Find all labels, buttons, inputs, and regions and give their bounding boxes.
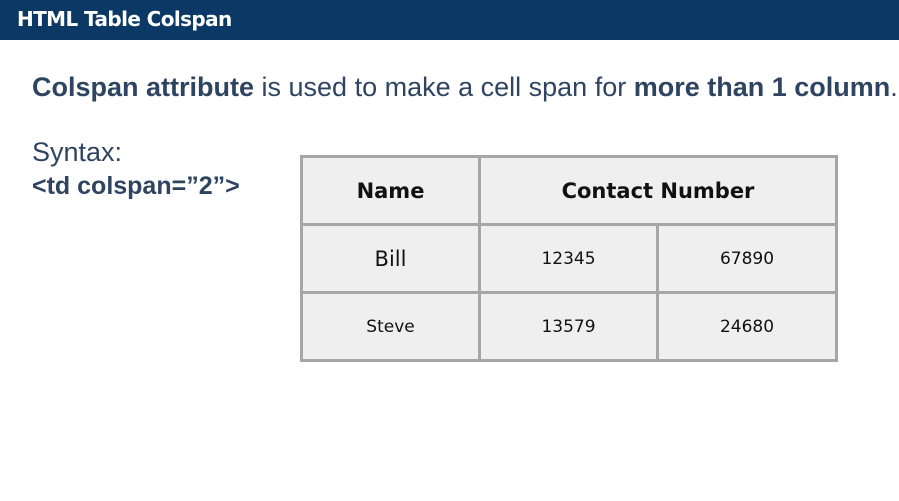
table-cell: Steve	[300, 291, 481, 362]
intro-end: .	[890, 72, 898, 102]
title-bar: HTML Table Colspan	[0, 0, 899, 40]
header-cell-name: Name	[300, 155, 481, 226]
table-cell: 12345	[478, 223, 659, 294]
intro-middle: is used to make a cell span for	[254, 72, 634, 102]
syntax-label: Syntax:	[32, 137, 123, 167]
header-cell-contact: Contact Number	[478, 155, 838, 226]
example-table: Name Contact Number Bill 12345 67890 Ste…	[300, 155, 838, 362]
table-row: Steve 13579 24680	[300, 291, 838, 362]
slide-title: HTML Table Colspan	[17, 7, 232, 31]
table-header-row: Name Contact Number	[300, 155, 838, 226]
intro-term: Colspan attribute	[32, 72, 255, 102]
intro-emphasis: more than 1 column	[633, 72, 891, 102]
intro-sentence: Colspan attribute is used to make a cell…	[32, 70, 898, 104]
table-row: Bill 12345 67890	[300, 223, 838, 294]
table-cell: Bill	[300, 223, 481, 294]
syntax-code: <td colspan=”2”>	[32, 172, 240, 200]
table-cell: 67890	[656, 223, 838, 294]
table-cell: 24680	[656, 291, 838, 362]
table-cell: 13579	[478, 291, 659, 362]
